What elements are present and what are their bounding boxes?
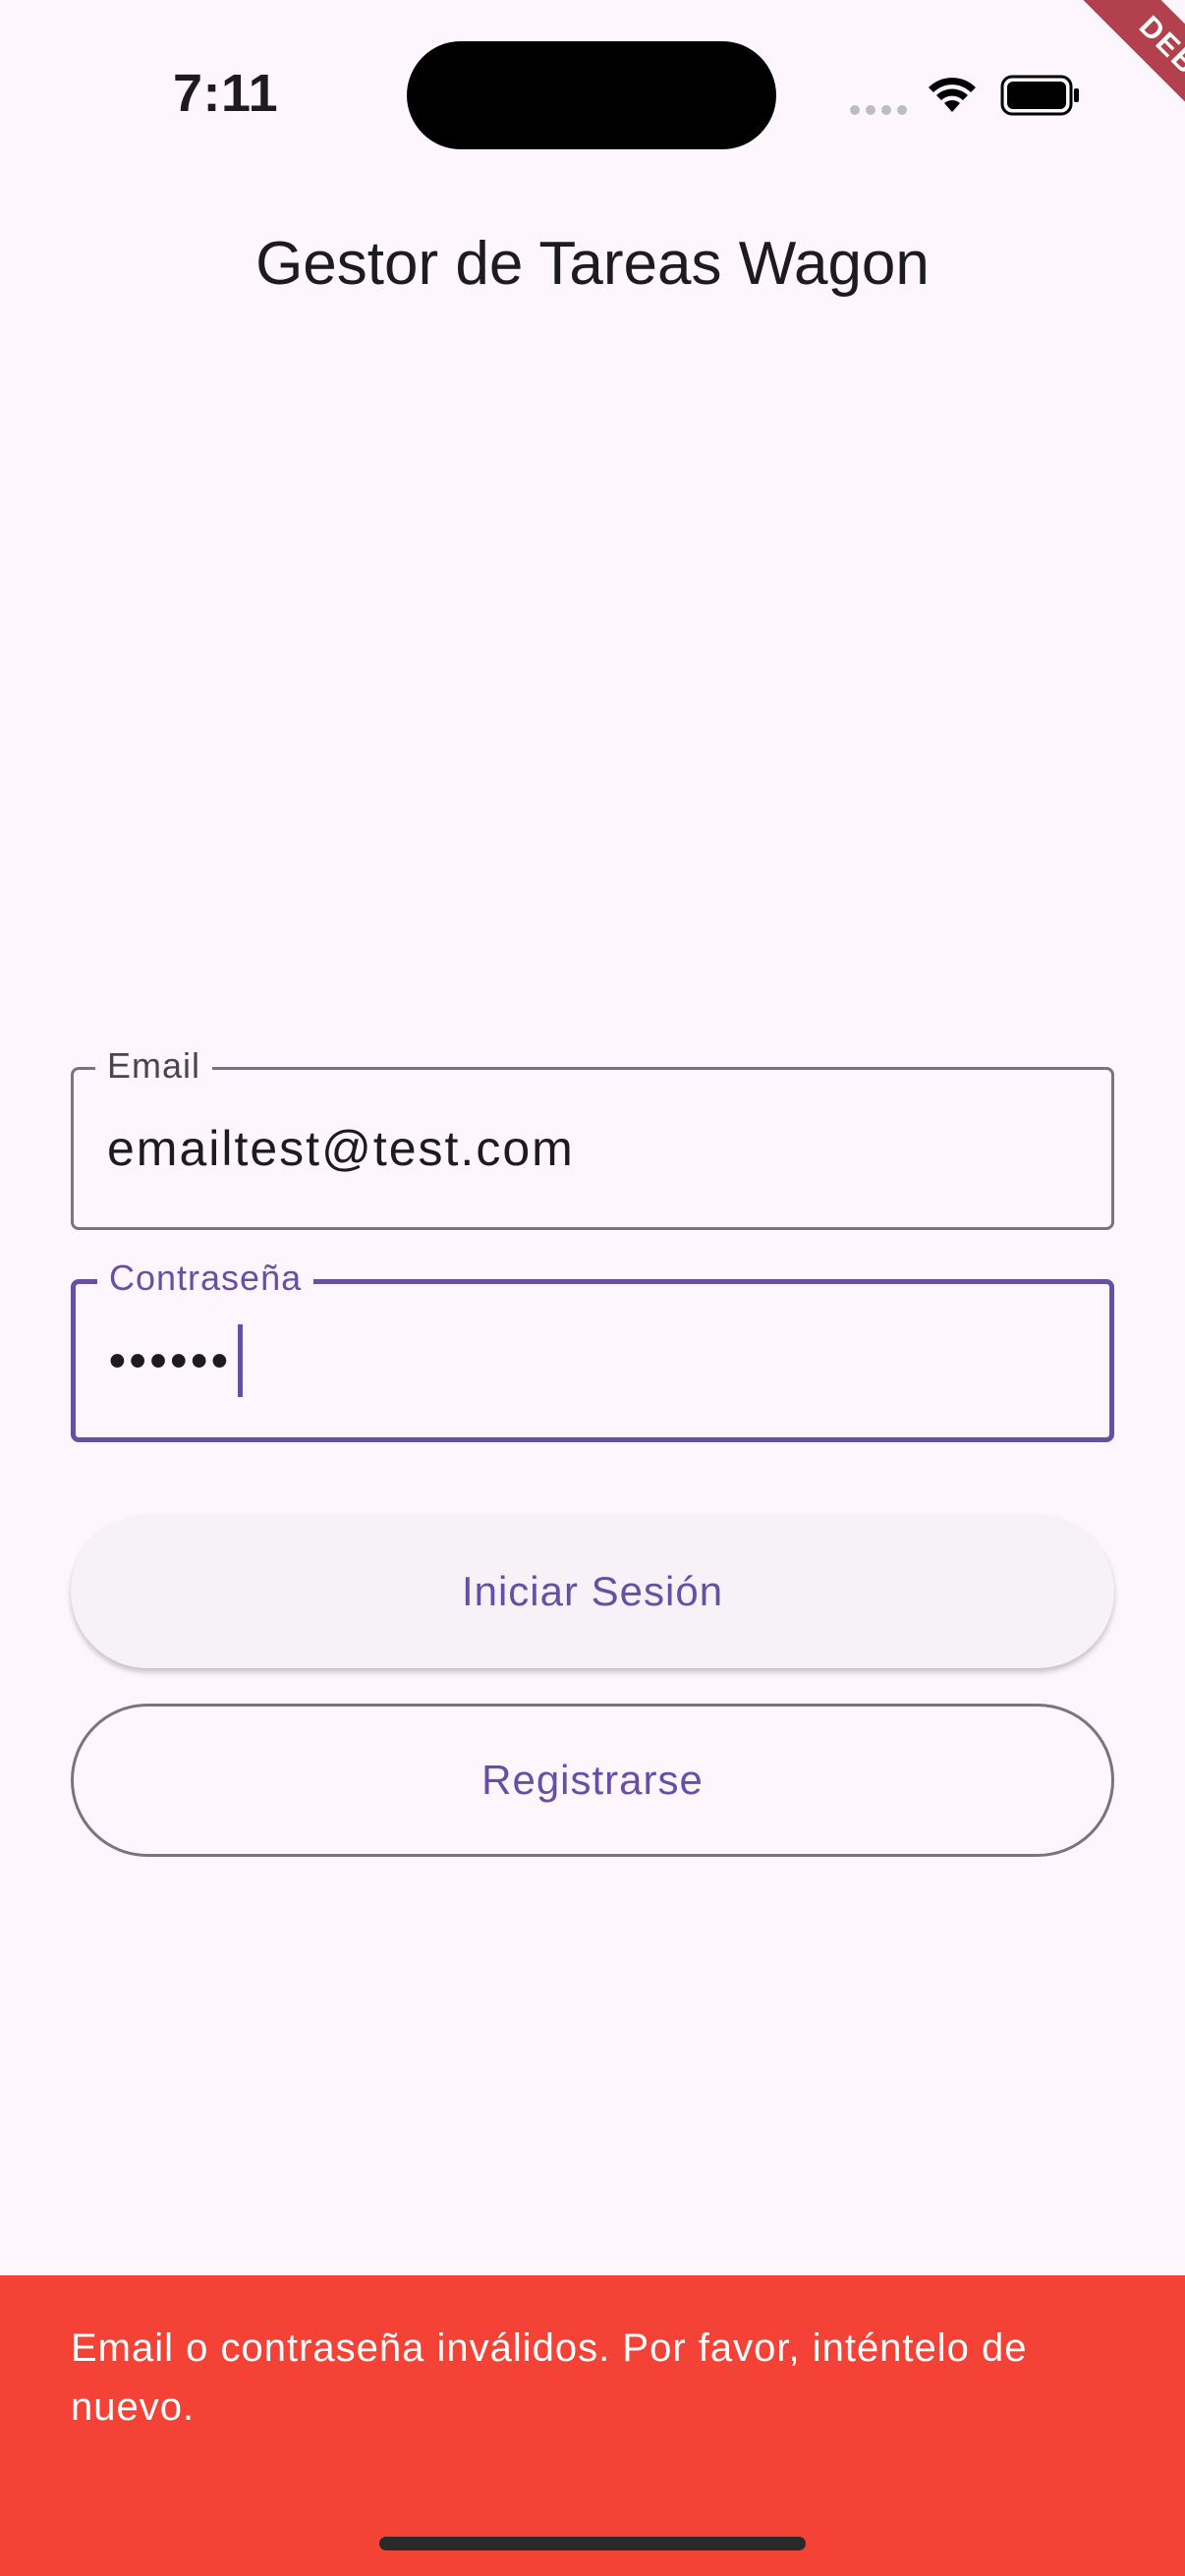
- password-input-text: ••••••: [109, 1334, 232, 1387]
- email-field[interactable]: Email emailtest@test.com: [71, 1042, 1114, 1230]
- email-input-text: emailtest@test.com: [107, 1121, 575, 1176]
- email-label: Email: [95, 1042, 213, 1090]
- text-cursor: [237, 1324, 243, 1397]
- wifi-icon: [929, 78, 976, 112]
- register-button[interactable]: Registrarse: [71, 1704, 1114, 1857]
- signal-icon: [850, 105, 907, 115]
- password-value[interactable]: ••••••: [109, 1324, 243, 1397]
- page-title: Gestor de Tareas Wagon: [255, 230, 930, 298]
- password-field[interactable]: Contraseña ••••••: [71, 1255, 1114, 1442]
- dynamic-island: [407, 41, 776, 149]
- login-button[interactable]: Iniciar Sesión: [71, 1515, 1114, 1668]
- password-label: Contraseña: [97, 1255, 314, 1302]
- status-time: 7:11: [173, 64, 279, 123]
- error-snackbar: Email o contraseña inválidos. Por favor,…: [0, 2275, 1185, 2576]
- email-value[interactable]: emailtest@test.com: [107, 1120, 575, 1177]
- snackbar-message: Email o contraseña inválidos. Por favor,…: [71, 2326, 1028, 2429]
- debug-label: DEBUG: [1068, 0, 1185, 180]
- home-indicator[interactable]: [379, 2537, 806, 2550]
- debug-banner: DEBUG: [988, 0, 1185, 196]
